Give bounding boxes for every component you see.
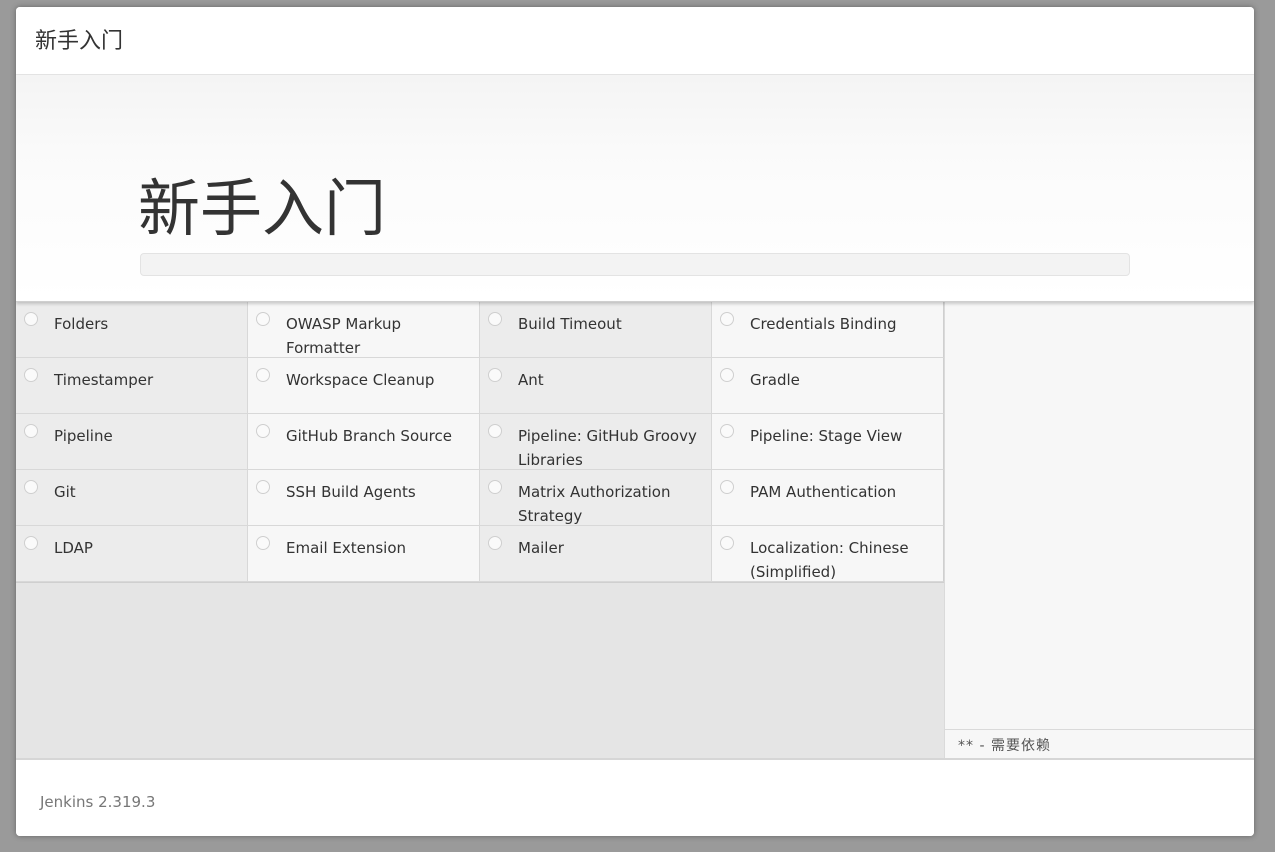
status-circle-icon (256, 536, 270, 550)
plugin-item: SSH Build Agents (248, 470, 480, 526)
plugin-item: Folders (16, 302, 248, 358)
setup-wizard-dialog: 新手入门 新手入门 Folders OWASP Markup Formatter… (16, 7, 1254, 836)
status-circle-icon (720, 480, 734, 494)
modal-header: 新手入门 (16, 7, 1254, 75)
plugin-item: Ant (480, 358, 712, 414)
plugin-item: Mailer (480, 526, 712, 582)
plugin-label: GitHub Branch Source (286, 427, 452, 445)
status-circle-icon (24, 312, 38, 326)
plugin-label: Mailer (518, 539, 564, 557)
install-progress-bar (140, 253, 1130, 276)
status-circle-icon (256, 424, 270, 438)
plugin-label: OWASP Markup Formatter (286, 315, 401, 357)
plugin-label: Folders (54, 315, 109, 333)
status-circle-icon (488, 312, 502, 326)
plugin-item: OWASP Markup Formatter (248, 302, 480, 358)
plugin-label: Localization: Chinese (Simplified) (750, 539, 909, 581)
plugin-label: Pipeline: GitHub Groovy Libraries (518, 427, 697, 469)
status-circle-icon (488, 424, 502, 438)
status-circle-icon (720, 312, 734, 326)
install-log-panel[interactable]: ** - 需要依赖 (944, 302, 1254, 758)
status-circle-icon (24, 536, 38, 550)
plugin-label: PAM Authentication (750, 483, 897, 501)
plugin-item: Timestamper (16, 358, 248, 414)
plugin-item: Pipeline: GitHub Groovy Libraries (480, 414, 712, 470)
plugin-label: Workspace Cleanup (286, 371, 435, 389)
status-circle-icon (24, 368, 38, 382)
plugin-item: Matrix Authorization Strategy (480, 470, 712, 526)
plugin-item: Build Timeout (480, 302, 712, 358)
status-circle-icon (488, 536, 502, 550)
status-circle-icon (720, 368, 734, 382)
modal-footer: Jenkins 2.319.3 (16, 758, 1254, 836)
plugin-item: Gradle (712, 358, 944, 414)
status-circle-icon (720, 536, 734, 550)
plugin-grid: Folders OWASP Markup Formatter Build Tim… (16, 302, 944, 583)
plugin-item: Localization: Chinese (Simplified) (712, 526, 944, 582)
status-circle-icon (488, 480, 502, 494)
plugin-item: Credentials Binding (712, 302, 944, 358)
version-label: Jenkins 2.319.3 (40, 793, 156, 811)
plugin-label: Email Extension (286, 539, 407, 557)
plugin-label: LDAP (54, 539, 93, 557)
hero-title: 新手入门 (138, 172, 387, 245)
plugin-label: Timestamper (54, 371, 154, 389)
plugin-label: Build Timeout (518, 315, 622, 333)
plugin-item: Git (16, 470, 248, 526)
plugin-label: Pipeline (54, 427, 113, 445)
status-circle-icon (24, 424, 38, 438)
status-circle-icon (256, 368, 270, 382)
plugin-item: Pipeline: Stage View (712, 414, 944, 470)
plugin-label: Matrix Authorization Strategy (518, 483, 671, 525)
plugin-label: Gradle (750, 371, 800, 389)
status-circle-icon (24, 480, 38, 494)
status-circle-icon (256, 480, 270, 494)
status-circle-icon (488, 368, 502, 382)
status-circle-icon (256, 312, 270, 326)
plugin-item: Email Extension (248, 526, 480, 582)
plugin-label: SSH Build Agents (286, 483, 416, 501)
plugin-item: PAM Authentication (712, 470, 944, 526)
plugin-item: Workspace Cleanup (248, 358, 480, 414)
plugin-label: Git (54, 483, 76, 501)
plugin-item: GitHub Branch Source (248, 414, 480, 470)
hero-banner: 新手入门 (16, 75, 1254, 302)
plugin-list-area: Folders OWASP Markup Formatter Build Tim… (16, 302, 944, 758)
plugin-label: Pipeline: Stage View (750, 427, 903, 445)
dependency-footnote: ** - 需要依赖 (945, 729, 1254, 758)
modal-title: 新手入门 (35, 29, 124, 54)
plugin-label: Ant (518, 371, 544, 389)
plugin-label: Credentials Binding (750, 315, 897, 333)
plugin-item: Pipeline (16, 414, 248, 470)
plugin-item: LDAP (16, 526, 248, 582)
status-circle-icon (720, 424, 734, 438)
